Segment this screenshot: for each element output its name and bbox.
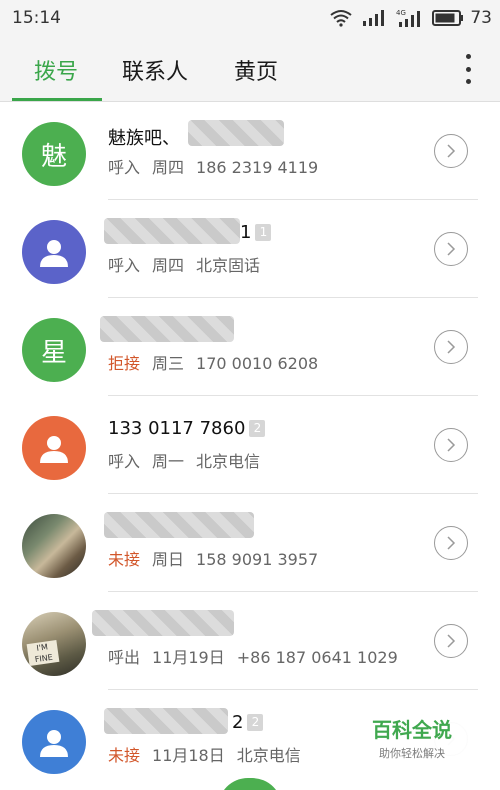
call-log-item[interactable]: 未接 周日 158 9091 3957 xyxy=(0,494,500,592)
call-info-button[interactable] xyxy=(434,330,468,364)
call-detail: 未接 11月18日 北京电信 xyxy=(108,742,301,766)
person-icon xyxy=(40,730,68,757)
call-type: 呼入 xyxy=(108,158,141,177)
call-number: 186 2319 4119 xyxy=(196,158,319,177)
watermark: 百科全说 助你轻松解决 xyxy=(350,706,474,762)
battery: 73 xyxy=(432,8,492,28)
avatar: 魅 xyxy=(22,122,86,186)
call-log-item[interactable]: 魅 魅族吧、 呼入 周四 186 2319 4119 xyxy=(0,102,500,200)
tab-contacts[interactable]: 联系人 xyxy=(122,54,188,86)
call-time: 11月19日 xyxy=(152,648,225,667)
tab-dial[interactable]: 拨号 xyxy=(34,54,78,86)
call-location: 北京电信 xyxy=(196,452,261,471)
redacted-mosaic xyxy=(104,708,228,734)
status-bar: 15:14 4G 73 xyxy=(0,0,500,36)
call-number: +86 187 0641 1029 xyxy=(236,648,398,667)
call-detail: 呼入 周四 北京固话 xyxy=(108,252,260,276)
redacted-mosaic xyxy=(104,512,254,538)
chevron-right-icon xyxy=(447,634,456,648)
avatar: 星 xyxy=(22,318,86,382)
call-log-item[interactable]: 133 0117 7860 2 呼入 周一 北京电信 xyxy=(0,396,500,494)
battery-icon xyxy=(432,10,464,26)
avatar-photo xyxy=(22,514,86,578)
contact-name-text: 魅族吧、 xyxy=(108,128,180,149)
call-time: 周四 xyxy=(152,256,185,275)
avatar xyxy=(22,220,86,284)
call-type: 拒接 xyxy=(108,354,141,373)
call-detail: 呼入 周一 北京电信 xyxy=(108,448,260,472)
redacted-mosaic xyxy=(100,316,234,342)
contact-name: 133 0117 7860 2 xyxy=(108,418,266,439)
contact-name-text: 1 xyxy=(240,222,252,243)
call-log-list: 魅 魅族吧、 呼入 周四 186 2319 4119 11 呼入 周四 北京固话 星 拒… xyxy=(0,102,500,788)
overflow-menu-icon[interactable] xyxy=(464,54,472,84)
call-location: 北京固话 xyxy=(196,256,261,275)
contact-name: 魅族吧、 xyxy=(108,124,180,150)
call-time: 周日 xyxy=(152,550,185,569)
call-info-button[interactable] xyxy=(434,428,468,462)
contact-number: 133 0117 7860 xyxy=(108,418,246,439)
status-time: 15:14 xyxy=(12,8,61,28)
battery-level: 73 xyxy=(470,8,492,28)
chevron-right-icon xyxy=(447,242,456,256)
call-type: 呼入 xyxy=(108,452,141,471)
call-type: 呼出 xyxy=(108,648,141,667)
call-time: 周三 xyxy=(152,354,185,373)
call-type: 未接 xyxy=(108,746,141,765)
call-type: 呼入 xyxy=(108,256,141,275)
wifi-icon xyxy=(330,10,352,27)
call-detail: 呼入 周四 186 2319 4119 xyxy=(108,154,318,178)
watermark-title: 百科全说 xyxy=(372,718,452,742)
call-number: 158 9091 3957 xyxy=(196,550,319,569)
call-log-item[interactable]: 星 拒接 周三 170 0010 6208 xyxy=(0,298,500,396)
call-count-badge: 2 xyxy=(249,420,266,437)
call-log-item[interactable]: I'M FINE 呼出 11月19日 +86 187 0641 1029 xyxy=(0,592,500,690)
status-icons: 4G 73 xyxy=(330,6,492,30)
avatar-initial: 星 xyxy=(40,337,67,368)
chevron-right-icon xyxy=(447,340,456,354)
chevron-right-icon xyxy=(447,438,456,452)
call-number: 170 0010 6208 xyxy=(196,354,319,373)
contact-name-text: 2 xyxy=(232,712,244,733)
redacted-mosaic xyxy=(188,120,284,146)
call-time: 周四 xyxy=(152,158,185,177)
contact-name: 11 xyxy=(240,222,272,243)
call-info-button[interactable] xyxy=(434,134,468,168)
avatar-photo: I'M FINE xyxy=(22,612,86,676)
chevron-right-icon xyxy=(447,144,456,158)
call-detail: 未接 周日 158 9091 3957 xyxy=(108,546,318,570)
call-count-badge: 2 xyxy=(247,714,264,731)
person-icon xyxy=(40,240,68,267)
tab-bar: 拨号 联系人 黄页 xyxy=(0,36,500,102)
photo-caption: I'M FINE xyxy=(26,640,60,666)
call-detail: 呼出 11月19日 +86 187 0641 1029 xyxy=(108,644,398,668)
network-label: 4G xyxy=(396,9,406,17)
call-log-item[interactable]: 11 呼入 周四 北京固话 xyxy=(0,200,500,298)
avatar-initial: 魅 xyxy=(40,141,67,172)
avatar xyxy=(22,416,86,480)
call-time: 11月18日 xyxy=(152,746,225,765)
call-info-button[interactable] xyxy=(434,526,468,560)
call-type: 未接 xyxy=(108,550,141,569)
call-location: 北京电信 xyxy=(236,746,301,765)
chevron-right-icon xyxy=(447,536,456,550)
redacted-mosaic xyxy=(92,610,234,636)
contact-name: 22 xyxy=(232,712,264,733)
call-time: 周一 xyxy=(152,452,185,471)
call-info-button[interactable] xyxy=(434,232,468,266)
watermark-subtitle: 助你轻松解决 xyxy=(379,747,445,760)
call-info-button[interactable] xyxy=(434,624,468,658)
tab-yellow-pages[interactable]: 黄页 xyxy=(234,54,278,86)
call-detail: 拒接 周三 170 0010 6208 xyxy=(108,350,318,374)
call-count-badge: 1 xyxy=(255,224,272,241)
avatar xyxy=(22,710,86,774)
active-tab-indicator xyxy=(12,98,102,101)
signal-icon xyxy=(363,10,385,26)
redacted-mosaic xyxy=(104,218,240,244)
signal-4g-icon: 4G xyxy=(396,9,421,27)
person-icon xyxy=(40,436,68,463)
